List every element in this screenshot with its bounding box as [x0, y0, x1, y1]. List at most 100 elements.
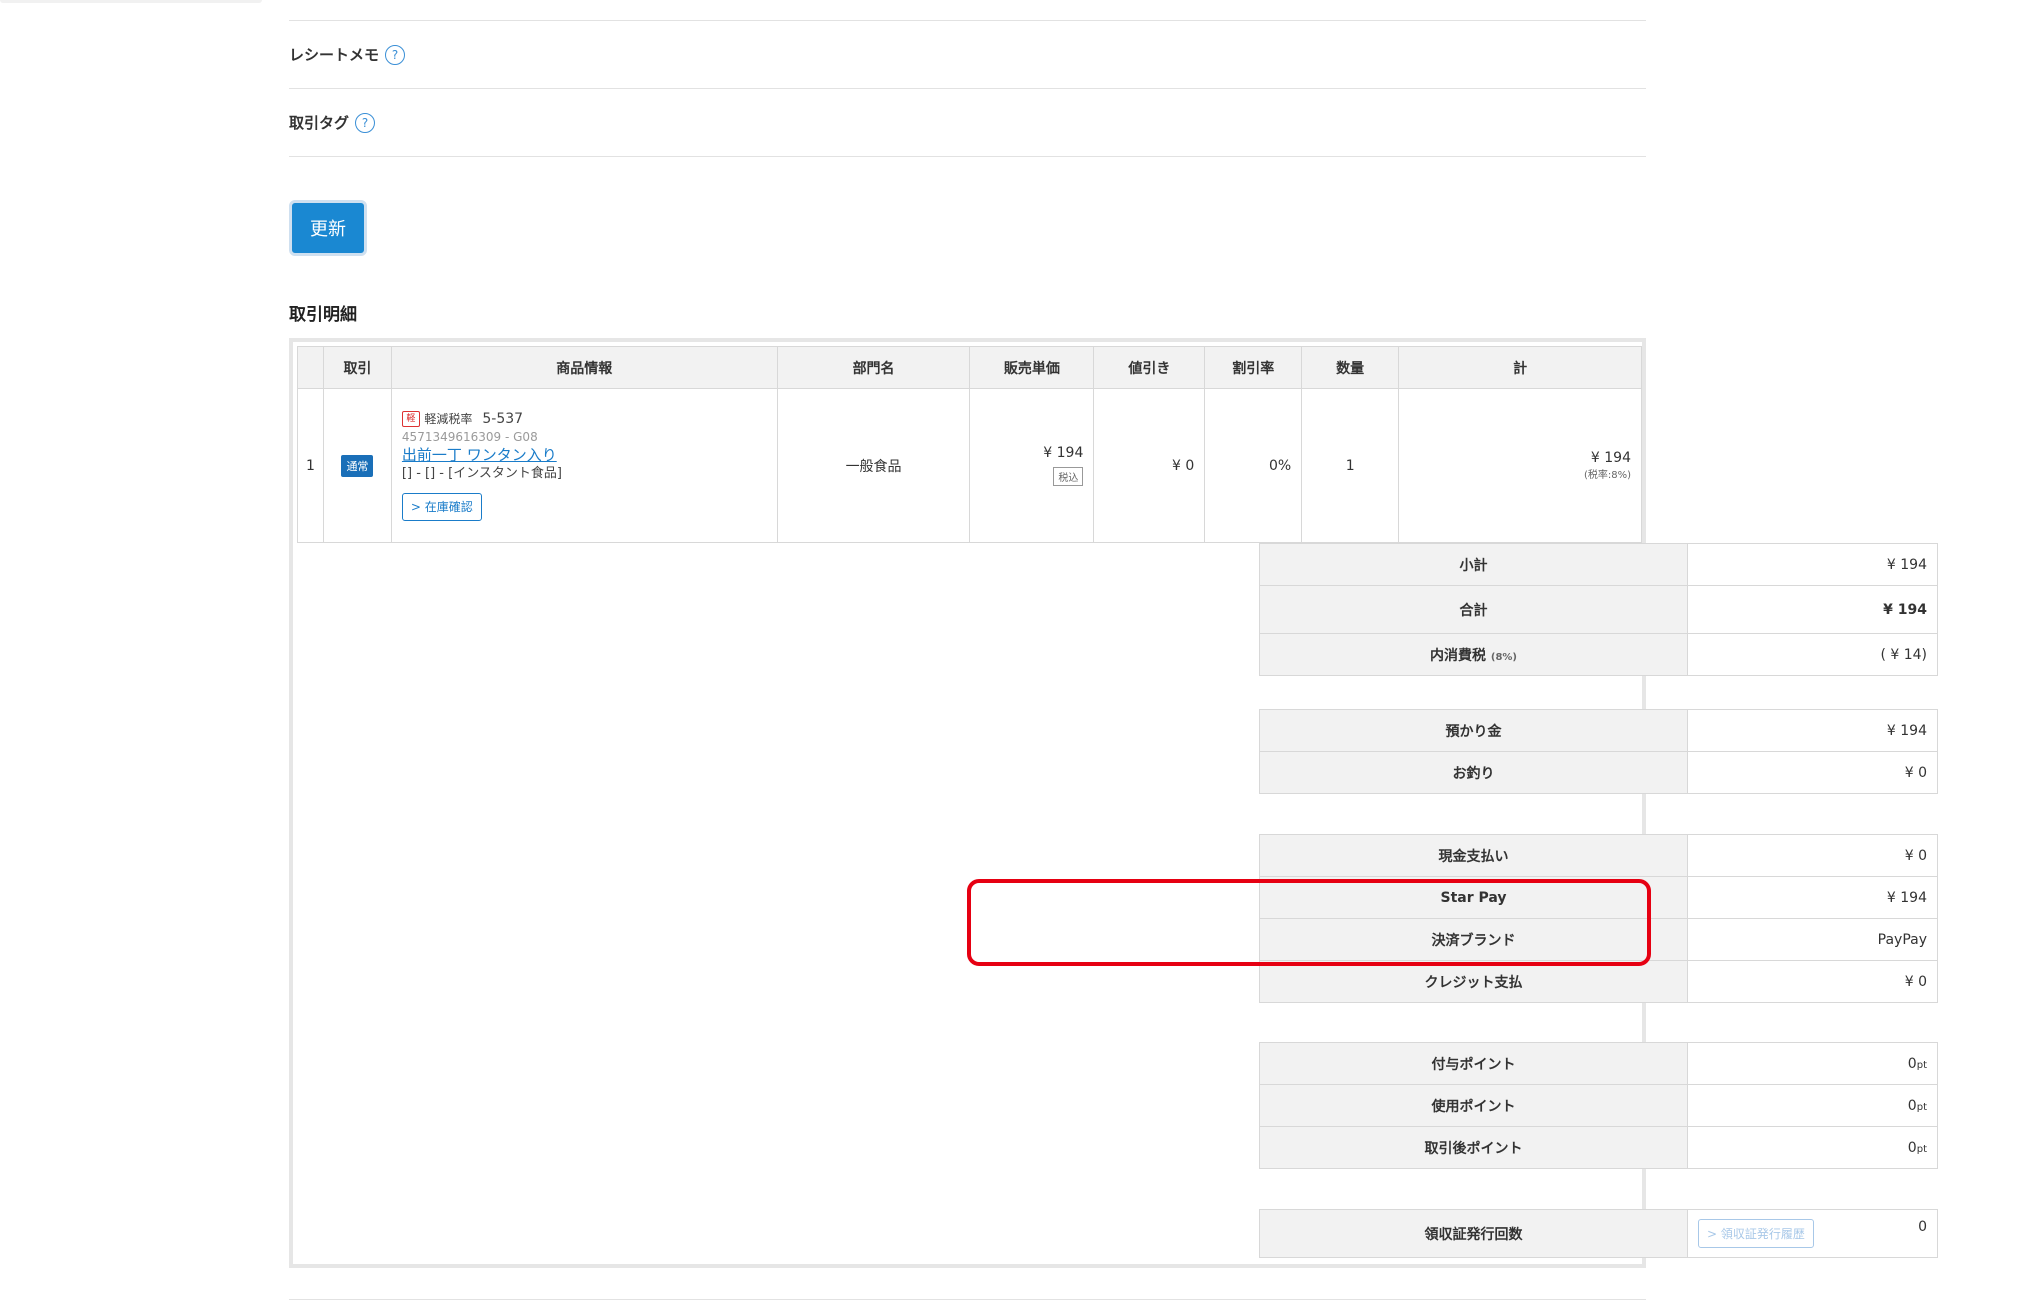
tax-label-rate: (8%) — [1490, 651, 1517, 663]
unit-price-cell: ¥ 194 税込 — [969, 388, 1095, 543]
points-given-value: 0 — [1907, 1055, 1917, 1072]
deposit-row: 預かり金 ¥ 194 — [1259, 709, 1938, 752]
stock-check-button[interactable]: > 在庫確認 — [401, 492, 482, 522]
brand-label: 決済ブランド — [1259, 918, 1688, 961]
tax-value: ( ¥ 14) — [1687, 633, 1938, 676]
col-header: 取引 — [322, 346, 392, 389]
deposit-label: 預かり金 — [1259, 709, 1688, 752]
points-given-label: 付与ポイント — [1259, 1042, 1688, 1085]
credit-label: クレジット支払 — [1259, 960, 1688, 1003]
cash-label: 現金支払い — [1259, 834, 1688, 877]
tax-label: 軽減税率 — [424, 411, 473, 426]
product-code: 5-537 — [482, 410, 524, 427]
receipt-memo-row: レシートメモ ? — [289, 21, 1646, 89]
row-number: 1 — [297, 388, 324, 543]
tag-row: 取引タグ ? — [289, 89, 1646, 157]
receipt-memo-label: レシートメモ — [289, 46, 380, 64]
discount-rate: 0% — [1204, 388, 1303, 543]
receipt-count-cell: > 領収証発行履歴 0 — [1687, 1209, 1938, 1258]
update-button[interactable]: 更新 — [289, 200, 367, 256]
total-value: ¥ 194 — [1687, 585, 1938, 634]
points-after-label: 取引後ポイント — [1259, 1126, 1688, 1169]
pt-unit: pt — [1916, 1143, 1927, 1155]
product-info: 軽 軽減税率 5-537 4571349616309 - G08 出前一丁 ワンタ… — [390, 388, 778, 543]
credit-value: ¥ 0 — [1687, 960, 1938, 1003]
subtotal-label: 小計 — [1259, 543, 1688, 586]
tax-rate: (税率:8%) — [1583, 470, 1631, 481]
col-header: 値引き — [1093, 346, 1206, 389]
total-label: 合計 — [1259, 585, 1688, 634]
summary-points: 付与ポイント 0pt 使用ポイント 0pt 取引後ポイント 0pt — [1259, 1042, 1938, 1169]
points-after-row: 取引後ポイント 0pt — [1259, 1126, 1938, 1169]
unit-price: ¥ 194 — [1043, 445, 1084, 461]
field-row-prev — [289, 0, 1646, 21]
tax-label: 内消費税 — [1430, 647, 1486, 664]
deposit-value: ¥ 194 — [1687, 709, 1938, 752]
points-used-cell: 0pt — [1687, 1084, 1938, 1127]
points-given-row: 付与ポイント 0pt — [1259, 1042, 1938, 1085]
brand-row: 決済ブランド PayPay — [1259, 918, 1938, 961]
points-used-label: 使用ポイント — [1259, 1084, 1688, 1127]
tax-included-badge: 税込 — [1053, 467, 1084, 486]
quantity: 1 — [1301, 388, 1400, 543]
points-used-row: 使用ポイント 0pt — [1259, 1084, 1938, 1127]
points-after-cell: 0pt — [1687, 1126, 1938, 1169]
detail-table-frame: 取引 商品情報 部門名 販売単価 値引き 割引率 数量 計 1 通常 軽 軽減税… — [289, 338, 1938, 1268]
subtotal-row: 小計 ¥ 194 — [1259, 543, 1938, 586]
form-fields: レシートメモ ? 取引タグ ? — [289, 0, 1646, 157]
table-header: 取引 商品情報 部門名 販売単価 値引き 割引率 数量 計 — [297, 346, 1642, 389]
cash-row: 現金支払い ¥ 0 — [1259, 834, 1938, 877]
summary-payments: 現金支払い ¥ 0 Star Pay ¥ 194 決済ブランド PayPay クレジッ… — [1259, 834, 1938, 1003]
receipt-history-button[interactable]: > 領収証発行履歴 — [1698, 1219, 1814, 1248]
change-value: ¥ 0 — [1687, 751, 1938, 794]
points-used-value: 0 — [1907, 1097, 1917, 1114]
line-total-cell: ¥ 194 (税率:8%) — [1398, 388, 1642, 543]
table-row: 1 通常 軽 軽減税率 5-537 4571349616309 - G08 出前一… — [297, 388, 1642, 543]
pt-unit: pt — [1916, 1101, 1927, 1113]
receipt-count-label: 領収証発行回数 — [1259, 1209, 1688, 1258]
col-header — [297, 346, 324, 389]
starpay-value: ¥ 194 — [1687, 876, 1938, 919]
summary-totals: 小計 ¥ 194 合計 ¥ 194 内消費税 (8%)( ¥ 14) — [1259, 543, 1938, 676]
type-cell: 通常 — [322, 388, 392, 543]
col-header: 計 — [1398, 346, 1642, 389]
brand-value: PayPay — [1687, 918, 1938, 961]
divider — [289, 1299, 1646, 1300]
receipt-count-value: 0 — [1918, 1219, 1927, 1235]
jan-code: 4571349616309 - G08 — [401, 429, 538, 444]
discount: ¥ 0 — [1093, 388, 1206, 543]
change-label: お釣り — [1259, 751, 1688, 794]
col-header: 部門名 — [776, 346, 971, 389]
starpay-row: Star Pay ¥ 194 — [1259, 876, 1938, 919]
type-badge: 通常 — [341, 454, 374, 477]
starpay-label: Star Pay — [1259, 876, 1688, 919]
col-header: 割引率 — [1204, 346, 1303, 389]
col-header: 数量 — [1301, 346, 1400, 389]
tax-row: 内消費税 (8%)( ¥ 14) — [1259, 633, 1938, 676]
line-total: ¥ 194 — [1590, 450, 1631, 466]
points-after-value: 0 — [1907, 1139, 1917, 1156]
receipt-count-row: 領収証発行回数 > 領収証発行履歴 0 — [1259, 1209, 1938, 1258]
detail-table: 取引 商品情報 部門名 販売単価 値引き 割引率 数量 計 1 通常 軽 軽減税… — [297, 346, 1642, 543]
cash-value: ¥ 0 — [1687, 834, 1938, 877]
subtotal-value: ¥ 194 — [1687, 543, 1938, 586]
col-header: 商品情報 — [390, 346, 778, 389]
total-row: 合計 ¥ 194 — [1259, 585, 1938, 634]
tax-label-cell: 内消費税 (8%) — [1259, 633, 1688, 676]
help-icon[interactable]: ? — [355, 112, 376, 133]
product-name-link[interactable]: 出前一丁 ワンタン入り — [402, 445, 767, 465]
pt-unit: pt — [1916, 1059, 1927, 1071]
reduced-tax-icon: 軽 — [401, 410, 420, 427]
section-title: 取引明細 — [289, 305, 357, 325]
summary-receipt: 領収証発行回数 > 領収証発行履歴 0 — [1259, 1209, 1938, 1258]
tag-label: 取引タグ — [289, 114, 350, 132]
top-tab-fragment — [0, 0, 262, 3]
summary-deposit: 預かり金 ¥ 194 お釣り ¥ 0 — [1259, 709, 1938, 794]
department: 一般食品 — [776, 388, 971, 543]
help-icon[interactable]: ? — [385, 44, 406, 65]
change-row: お釣り ¥ 0 — [1259, 751, 1938, 794]
col-header: 販売単価 — [969, 346, 1095, 389]
points-given-cell: 0pt — [1687, 1042, 1938, 1085]
product-category: [] - [] - [インスタント食品] — [401, 466, 563, 482]
credit-row: クレジット支払 ¥ 0 — [1259, 960, 1938, 1003]
